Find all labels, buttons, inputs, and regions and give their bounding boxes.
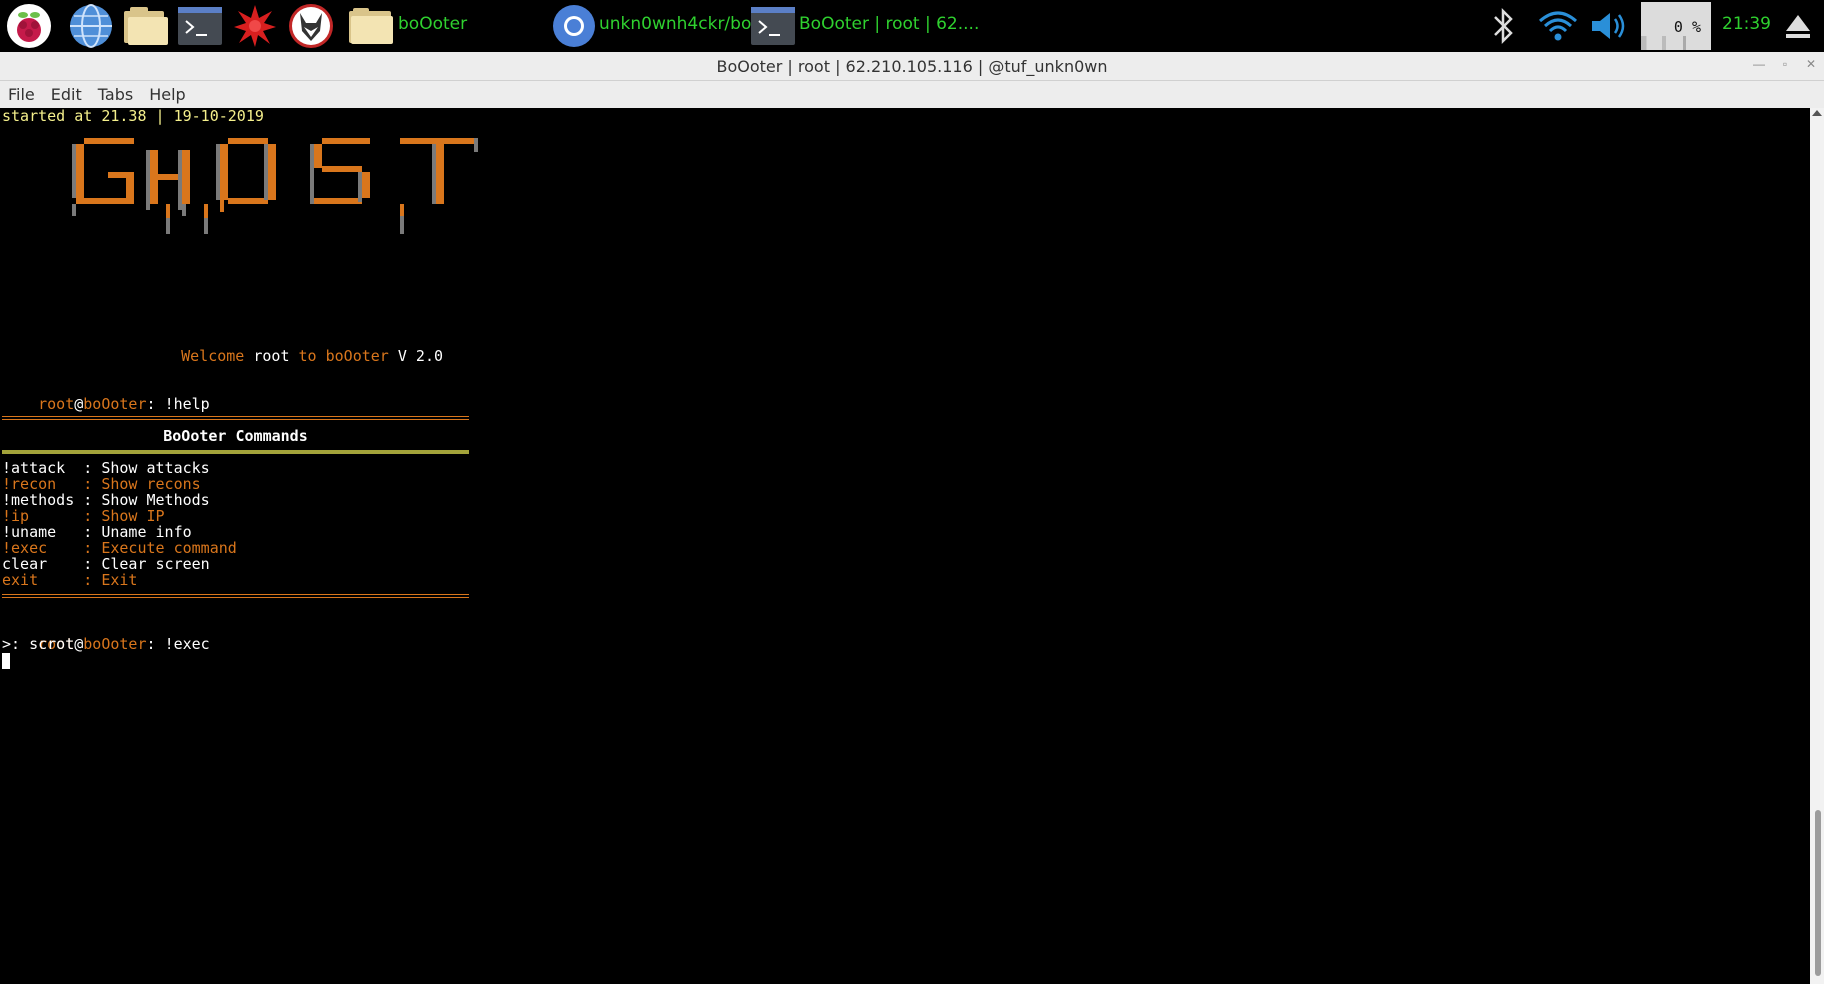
- menu-bar: File Edit Tabs Help: [0, 81, 1824, 108]
- window-title: BoOoter | root | 62.210.105.116 | @tuf_u…: [716, 56, 1108, 76]
- command-row-clear: clear : Clear screen: [2, 555, 210, 573]
- ghost-ascii-banner: [72, 138, 478, 234]
- web-browser-icon[interactable]: [66, 3, 116, 49]
- wolf-app-icon[interactable]: [286, 3, 336, 49]
- prompt-at: @: [74, 635, 84, 653]
- command-row-exit: exit : Exit: [2, 571, 138, 589]
- exec-input-line: >: scrot: [2, 635, 75, 653]
- commands-title: BoOoter Commands: [163, 427, 308, 445]
- command-row-exec: !exec : Execute command: [2, 539, 237, 557]
- scrollbar-thumb[interactable]: [1815, 810, 1821, 976]
- prompt-host: boOoter: [83, 395, 147, 413]
- wifi-icon[interactable]: [1536, 0, 1580, 52]
- volume-icon[interactable]: [1588, 0, 1632, 52]
- terminal-task-icon[interactable]: [748, 3, 798, 49]
- command-row-recon: !recon : Show recons: [2, 475, 201, 493]
- command-row-attack: !attack : Show attacks: [2, 459, 210, 477]
- welcome-user: root: [253, 347, 290, 365]
- commands-top-rule: [2, 416, 469, 420]
- prompt-host: boOoter: [83, 635, 147, 653]
- menu-edit[interactable]: Edit: [51, 85, 82, 104]
- cpu-monitor[interactable]: 0 %: [1641, 2, 1711, 50]
- commands-title-rule: [2, 450, 469, 454]
- prompt-help-line: root@boOoter: !help: [2, 380, 210, 428]
- started-line: started at 21.38 | 19-10-2019: [2, 108, 264, 125]
- command-row-ip: !ip : Show IP: [2, 507, 165, 525]
- prompt-colon: :: [146, 395, 165, 413]
- prompt-command: !exec: [164, 635, 210, 653]
- minimize-icon[interactable]: —: [1752, 57, 1766, 71]
- burst-app-icon[interactable]: [230, 3, 280, 49]
- welcome-app: to boOoter: [289, 347, 389, 365]
- terminal-icon[interactable]: [175, 3, 225, 49]
- eject-icon[interactable]: [1782, 0, 1814, 52]
- task-chromium[interactable]: unkn0wnh4ckr/bo...: [599, 14, 767, 34]
- menu-help[interactable]: Help: [149, 85, 185, 104]
- window-titlebar[interactable]: BoOoter | root | 62.210.105.116 | @tuf_u…: [0, 52, 1824, 81]
- command-row-methods: !methods : Show Methods: [2, 491, 210, 509]
- maximize-icon[interactable]: ▫: [1778, 57, 1792, 71]
- commands-bottom-rule: [2, 594, 469, 598]
- scroll-up-arrow-icon[interactable]: [1812, 110, 1822, 116]
- prompt-at: @: [74, 395, 84, 413]
- task-boooter-folder[interactable]: boOoter: [398, 14, 467, 34]
- close-icon[interactable]: ✕: [1804, 57, 1818, 71]
- bluetooth-icon[interactable]: [1487, 0, 1519, 52]
- prompt-colon: :: [146, 635, 165, 653]
- terminal-cursor[interactable]: [2, 653, 10, 669]
- prompt-command: !help: [164, 395, 210, 413]
- task-terminal[interactable]: BoOoter | root | 62....: [799, 14, 979, 34]
- welcome-line: Welcome root to boOoter V 2.0: [145, 332, 443, 380]
- raspberry-menu-icon[interactable]: [4, 3, 54, 49]
- chromium-icon[interactable]: [549, 3, 599, 49]
- menu-tabs[interactable]: Tabs: [98, 85, 133, 104]
- taskbar: boOoter unkn0wnh4ckr/bo... BoOoter | roo…: [0, 0, 1824, 52]
- terminal-output[interactable]: started at 21.38 | 19-10-2019 Welcome ro…: [0, 108, 1810, 984]
- cpu-usage-text: 0 %: [1673, 18, 1701, 36]
- file-manager-icon[interactable]: [121, 3, 171, 49]
- welcome-version: V 2.0: [388, 347, 444, 365]
- clock[interactable]: 21:39: [1722, 14, 1771, 34]
- folder-icon[interactable]: [346, 3, 396, 49]
- menu-file[interactable]: File: [8, 85, 35, 104]
- welcome-text: Welcome: [181, 347, 254, 365]
- command-row-uname: !uname : Uname info: [2, 523, 192, 541]
- prompt-user: root: [38, 395, 75, 413]
